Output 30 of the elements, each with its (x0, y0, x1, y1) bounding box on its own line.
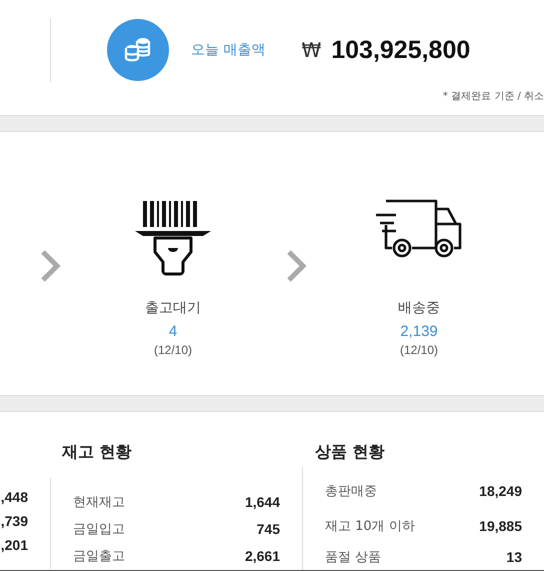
stat-label: 금일출고 (73, 548, 125, 564)
stat-value: 745 (256, 520, 280, 536)
stat-value: 2,661 (244, 548, 280, 564)
stat-value: 18,249 (479, 482, 522, 498)
section-title: 상품 현황 (315, 442, 386, 463)
stage-date: (12/10) (154, 343, 192, 357)
stat-label: 금일입고 (73, 520, 125, 538)
stat-value: ,201 (0, 537, 28, 553)
stat-label: 총판매중 (325, 482, 377, 500)
stat-value: 1,644 (244, 494, 280, 510)
stat-value: ,448 (0, 489, 28, 505)
stage-count[interactable]: 4 (168, 323, 178, 340)
sales-note: * 결제완료 기준 / 취소 (442, 90, 544, 103)
currency-symbol: ₩ (301, 38, 322, 62)
sales-amount: 103,925,800 (331, 36, 470, 64)
chevron-right-icon (285, 249, 307, 283)
stat-value: ,739 (0, 513, 28, 529)
sales-label: 오늘 매출액 (191, 41, 266, 59)
stat-label: 현재재고 (73, 494, 125, 510)
stage-label: 출고대기 (145, 299, 201, 317)
section-title: 재고 현황 (62, 442, 133, 463)
stat-value: 13 (506, 548, 522, 564)
chevron-right-icon (39, 249, 61, 283)
stat-label: 품절 상품 (325, 548, 382, 566)
stat-label: 재고 10개 이하 (325, 518, 415, 535)
stat-value: 19,885 (479, 518, 522, 534)
coins-icon (123, 36, 153, 64)
stage-count[interactable]: 2,139 (400, 323, 438, 340)
stage-date: (12/10) (400, 343, 438, 357)
stage-label: 배송중 (398, 299, 440, 317)
